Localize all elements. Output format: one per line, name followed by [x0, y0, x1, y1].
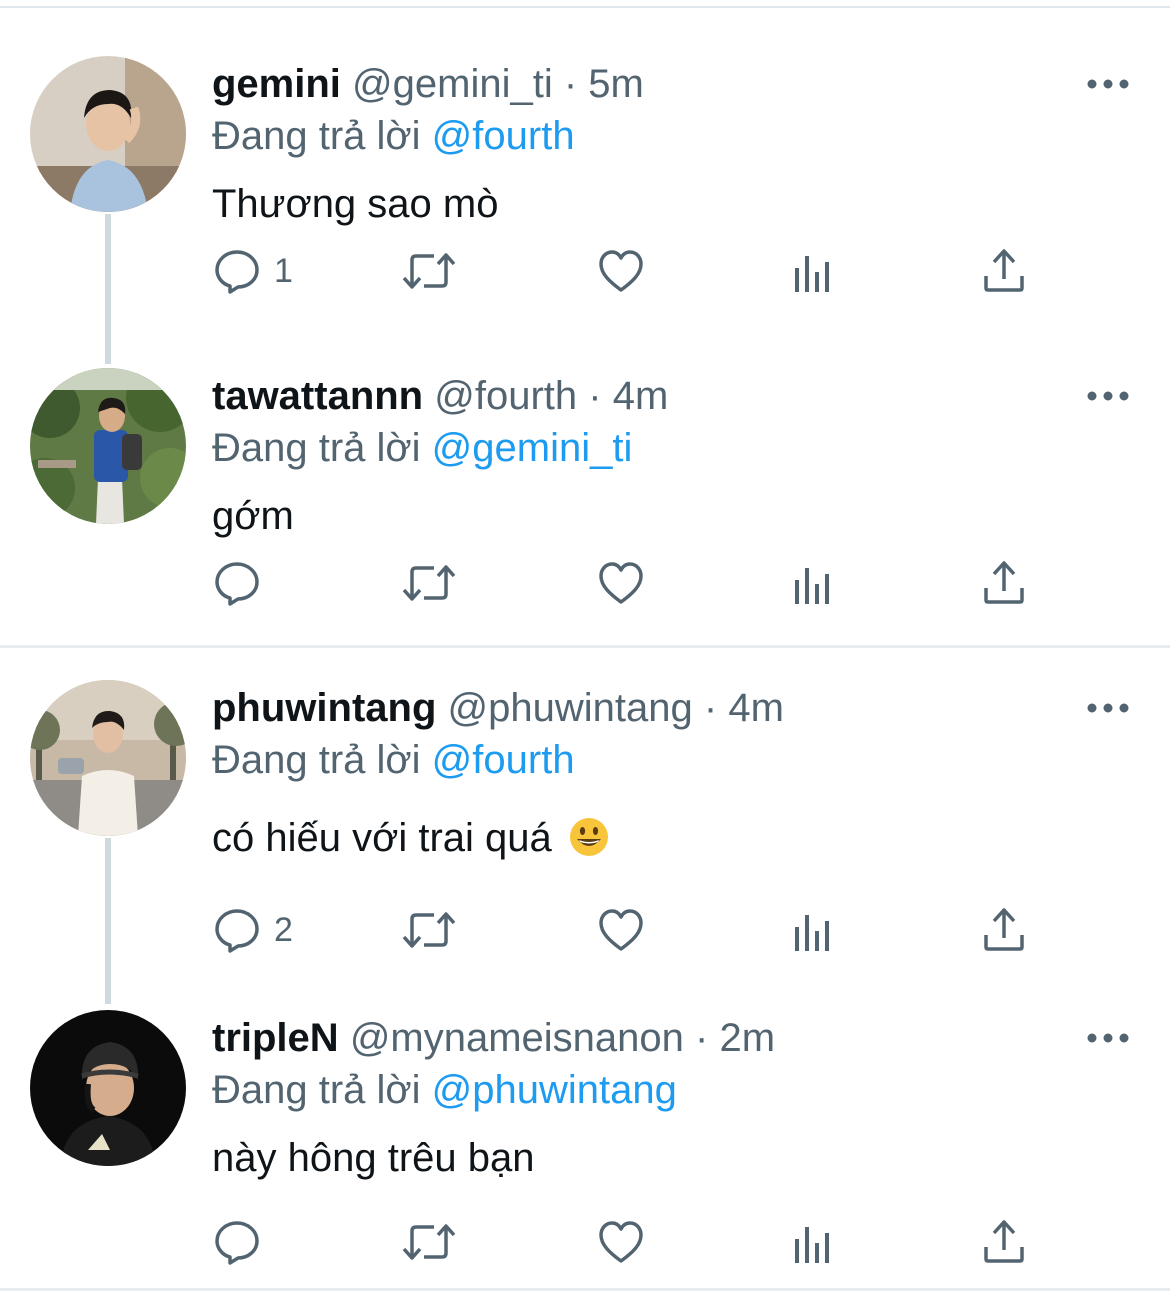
like-icon	[599, 1221, 643, 1263]
retweet-icon	[402, 253, 456, 289]
tweet-text: Thương sao mò	[212, 182, 499, 226]
share-icon	[984, 908, 1024, 951]
more-icon[interactable]	[1086, 386, 1130, 406]
retweet-button[interactable]	[400, 902, 458, 958]
avatar[interactable]	[30, 368, 186, 524]
analytics-icon	[795, 915, 829, 951]
bottom-divider	[0, 1288, 1170, 1291]
share-button[interactable]	[982, 243, 1026, 299]
tweet-text: gớm	[212, 494, 294, 538]
analytics-icon	[795, 256, 829, 292]
timestamp[interactable]: 2m	[720, 1016, 776, 1060]
like-button[interactable]	[596, 243, 646, 299]
share-icon	[984, 249, 1024, 292]
like-button[interactable]	[596, 1214, 646, 1270]
reply-icon	[215, 250, 259, 294]
avatar[interactable]	[30, 680, 186, 836]
like-icon	[599, 909, 643, 951]
replying-to: Đang trả lời @fourth	[212, 736, 575, 784]
avatar[interactable]	[30, 1010, 186, 1166]
mention-link[interactable]: @phuwintang	[432, 1068, 677, 1112]
separator-dot: ·	[563, 62, 578, 106]
user-handle[interactable]: @mynameisnanon	[350, 1016, 684, 1060]
mention-link[interactable]: @fourth	[432, 738, 575, 782]
analytics-button[interactable]	[792, 555, 836, 611]
separator-dot: ·	[588, 374, 602, 418]
tweet[interactable]: tripleN @mynameisnanon · 2m Đang trả lời…	[0, 962, 1170, 1274]
grinning-face-emoji	[569, 817, 609, 857]
timestamp[interactable]: 4m	[613, 374, 669, 418]
replying-to-label: Đang trả lời	[212, 738, 421, 782]
timestamp[interactable]: 5m	[588, 62, 644, 106]
more-icon[interactable]	[1086, 1028, 1130, 1048]
retweet-button[interactable]	[400, 555, 458, 611]
tweet[interactable]: tawattannn @fourth · 4m Đang trả lời @ge…	[0, 320, 1170, 632]
analytics-icon	[795, 568, 829, 604]
retweet-icon	[402, 565, 456, 601]
analytics-button[interactable]	[792, 243, 836, 299]
like-icon	[599, 250, 643, 292]
mention-link[interactable]: @gemini_ti	[432, 426, 633, 470]
share-button[interactable]	[982, 1214, 1026, 1270]
like-icon	[599, 562, 643, 604]
action-bar: 1	[212, 243, 1072, 299]
tweet-header: gemini @gemini_ti · 5m	[212, 60, 644, 108]
reply-icon	[215, 562, 259, 606]
action-bar	[212, 555, 1072, 611]
tweet-header: tripleN @mynameisnanon · 2m	[212, 1014, 775, 1062]
mention-link[interactable]: @fourth	[432, 114, 575, 158]
reply-count: 2	[274, 910, 293, 949]
tweet[interactable]: phuwintang @phuwintang · 4m Đang trả lời…	[0, 632, 1170, 953]
reply-button[interactable]: 2	[212, 902, 293, 958]
avatar[interactable]	[30, 56, 186, 212]
retweet-icon	[402, 1224, 456, 1260]
replying-to-label: Đang trả lời	[212, 1068, 421, 1112]
reply-button[interactable]	[212, 555, 274, 611]
retweet-button[interactable]	[400, 243, 458, 299]
retweet-button[interactable]	[400, 1214, 458, 1270]
separator-dot: ·	[695, 1016, 709, 1060]
action-bar: 2	[212, 902, 1072, 958]
replying-to-label: Đang trả lời	[212, 426, 421, 470]
user-handle[interactable]: @fourth	[434, 374, 577, 418]
display-name[interactable]: tawattannn	[212, 374, 423, 418]
tweet[interactable]: gemini @gemini_ti · 5m Đang trả lời @fou…	[0, 8, 1170, 320]
analytics-icon	[795, 1227, 829, 1263]
tweet-text-container: có hiếu với trai quá	[212, 812, 609, 864]
share-icon	[984, 561, 1024, 604]
like-button[interactable]	[596, 902, 646, 958]
share-icon	[984, 1220, 1024, 1263]
tweet-header: tawattannn @fourth · 4m	[212, 372, 668, 420]
retweet-icon	[402, 912, 456, 948]
replying-to: Đang trả lời @phuwintang	[212, 1066, 677, 1114]
display-name[interactable]: tripleN	[212, 1016, 339, 1060]
tweet-text: này hông trêu bạn	[212, 1136, 535, 1180]
tweet-header: phuwintang @phuwintang · 4m	[212, 684, 784, 732]
tweet-text: có hiếu với trai quá	[212, 816, 552, 860]
more-icon[interactable]	[1086, 74, 1130, 94]
display-name[interactable]: phuwintang	[212, 686, 436, 730]
reply-button[interactable]: 1	[212, 243, 293, 299]
replying-to-label: Đang trả lời	[212, 114, 421, 158]
user-handle[interactable]: @phuwintang	[448, 686, 693, 730]
reply-button[interactable]	[212, 1214, 274, 1270]
display-name[interactable]: gemini	[212, 62, 341, 106]
analytics-button[interactable]	[792, 902, 836, 958]
more-icon[interactable]	[1086, 698, 1130, 718]
user-handle[interactable]: @gemini_ti	[352, 62, 553, 106]
share-button[interactable]	[982, 555, 1026, 611]
separator-dot: ·	[703, 686, 718, 730]
analytics-button[interactable]	[792, 1214, 836, 1270]
reply-icon	[215, 1221, 259, 1265]
reply-count: 1	[274, 251, 293, 290]
timestamp[interactable]: 4m	[728, 686, 784, 730]
like-button[interactable]	[596, 555, 646, 611]
replying-to: Đang trả lời @gemini_ti	[212, 424, 632, 472]
share-button[interactable]	[982, 902, 1026, 958]
action-bar	[212, 1214, 1072, 1270]
reply-icon	[215, 909, 259, 953]
replying-to: Đang trả lời @fourth	[212, 112, 575, 160]
